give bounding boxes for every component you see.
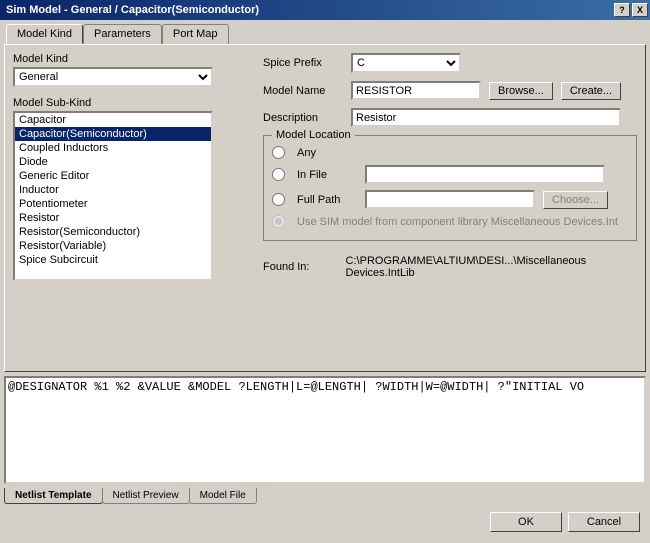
list-item[interactable]: Resistor(Semiconductor): [15, 225, 211, 239]
spice-prefix-select[interactable]: C: [351, 53, 461, 73]
list-item[interactable]: Spice Subcircuit: [15, 253, 211, 267]
model-subkind-list[interactable]: Capacitor Capacitor(Semiconductor) Coupl…: [13, 111, 213, 281]
list-item[interactable]: Capacitor: [15, 113, 211, 127]
found-in-value: C:\PROGRAMME\ALTIUM\DESI...\Miscellaneou…: [346, 255, 637, 279]
radio-full-path-label: Full Path: [297, 194, 357, 206]
window-title: Sim Model - General / Capacitor(Semicond…: [2, 4, 612, 16]
list-item[interactable]: Diode: [15, 155, 211, 169]
bottom-tab-bar: Netlist Template Netlist Preview Model F…: [4, 488, 646, 504]
radio-any-label: Any: [297, 147, 357, 159]
top-tab-bar: Model Kind Parameters Port Map: [6, 24, 646, 44]
model-name-input[interactable]: [351, 81, 481, 100]
tab-netlist-preview[interactable]: Netlist Preview: [102, 488, 190, 504]
model-location-title: Model Location: [272, 129, 355, 141]
model-name-label: Model Name: [263, 85, 343, 97]
model-subkind-label: Model Sub-Kind: [13, 97, 243, 109]
radio-use-lib: [272, 215, 285, 228]
tab-netlist-template[interactable]: Netlist Template: [4, 488, 103, 504]
browse-button[interactable]: Browse...: [489, 82, 553, 100]
help-button[interactable]: ?: [614, 3, 630, 17]
spice-prefix-label: Spice Prefix: [263, 57, 343, 69]
radio-in-file[interactable]: [272, 168, 285, 181]
description-input[interactable]: [351, 108, 621, 127]
list-item[interactable]: Resistor(Variable): [15, 239, 211, 253]
model-kind-label: Model Kind: [13, 53, 243, 65]
tab-model-kind[interactable]: Model Kind: [6, 24, 83, 44]
list-item[interactable]: Inductor: [15, 183, 211, 197]
full-path-input[interactable]: [365, 190, 535, 209]
radio-full-path[interactable]: [272, 193, 285, 206]
cancel-button[interactable]: Cancel: [568, 512, 640, 532]
dialog-button-bar: OK Cancel: [0, 504, 650, 540]
radio-any[interactable]: [272, 146, 285, 159]
list-item[interactable]: Capacitor(Semiconductor): [15, 127, 211, 141]
ok-button[interactable]: OK: [490, 512, 562, 532]
titlebar: Sim Model - General / Capacitor(Semicond…: [0, 0, 650, 20]
close-button[interactable]: X: [632, 3, 648, 17]
list-item[interactable]: Potentiometer: [15, 197, 211, 211]
radio-use-lib-label: Use SIM model from component library Mis…: [297, 216, 618, 228]
description-label: Description: [263, 112, 343, 124]
create-button[interactable]: Create...: [561, 82, 621, 100]
radio-in-file-label: In File: [297, 169, 357, 181]
found-in-label: Found In:: [263, 261, 338, 273]
in-file-input[interactable]: [365, 165, 605, 184]
model-kind-select[interactable]: General: [13, 67, 213, 87]
tab-model-file[interactable]: Model File: [189, 488, 257, 504]
list-item[interactable]: Generic Editor: [15, 169, 211, 183]
model-location-group: Model Location Any In File Full Path Cho…: [263, 135, 637, 241]
tab-parameters[interactable]: Parameters: [83, 24, 162, 44]
netlist-template-editor[interactable]: @DESIGNATOR %1 %2 &VALUE &MODEL ?LENGTH|…: [4, 376, 646, 484]
choose-button: Choose...: [543, 191, 608, 209]
list-item[interactable]: Coupled Inductors: [15, 141, 211, 155]
main-panel: Model Kind General Model Sub-Kind Capaci…: [4, 44, 646, 372]
tab-port-map[interactable]: Port Map: [162, 24, 229, 44]
list-item[interactable]: Resistor: [15, 211, 211, 225]
